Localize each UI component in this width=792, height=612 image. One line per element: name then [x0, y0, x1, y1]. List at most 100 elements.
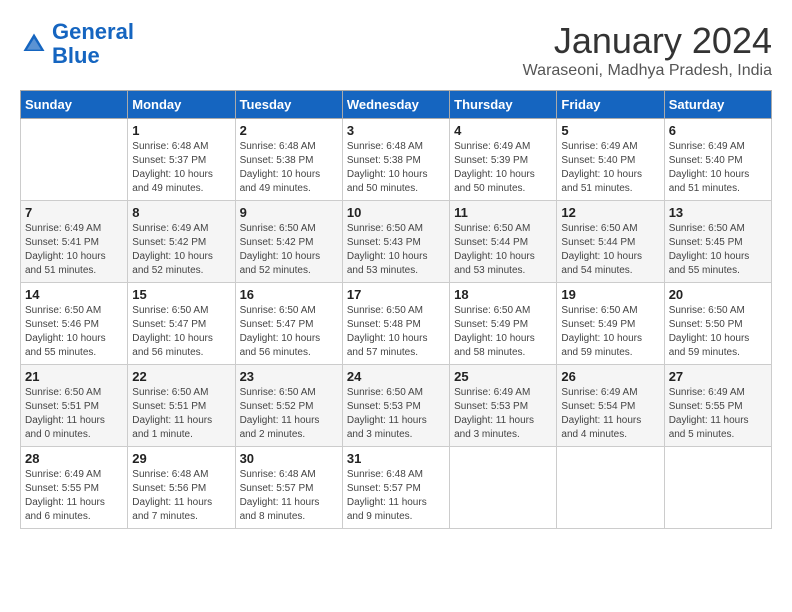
day-info: Sunrise: 6:50 AM Sunset: 5:51 PM Dayligh… [25, 386, 123, 442]
day-info: Sunrise: 6:48 AM Sunset: 5:37 PM Dayligh… [132, 140, 230, 196]
day-info: Sunrise: 6:49 AM Sunset: 5:42 PM Dayligh… [132, 222, 230, 278]
day-info: Sunrise: 6:50 AM Sunset: 5:45 PM Dayligh… [669, 222, 767, 278]
day-info: Sunrise: 6:50 AM Sunset: 5:52 PM Dayligh… [240, 386, 338, 442]
day-number: 6 [669, 123, 767, 138]
title-block: January 2024 Waraseoni, Madhya Pradesh, … [523, 20, 772, 80]
day-number: 27 [669, 369, 767, 384]
calendar-cell: 18 Sunrise: 6:50 AM Sunset: 5:49 PM Dayli… [450, 283, 557, 365]
day-number: 17 [347, 287, 445, 302]
weekday-header: Friday [557, 91, 664, 119]
day-info: Sunrise: 6:49 AM Sunset: 5:55 PM Dayligh… [25, 468, 123, 524]
day-number: 9 [240, 205, 338, 220]
day-info: Sunrise: 6:50 AM Sunset: 5:42 PM Dayligh… [240, 222, 338, 278]
calendar-cell: 30 Sunrise: 6:48 AM Sunset: 5:57 PM Dayli… [235, 447, 342, 529]
calendar-cell: 25Sunrise: 6:49 AM Sunset: 5:53 PM Dayli… [450, 365, 557, 447]
calendar-cell: 17 Sunrise: 6:50 AM Sunset: 5:48 PM Dayli… [342, 283, 449, 365]
calendar-cell [664, 447, 771, 529]
weekday-header: Saturday [664, 91, 771, 119]
calendar-cell: 24Sunrise: 6:50 AM Sunset: 5:53 PM Dayli… [342, 365, 449, 447]
day-number: 11 [454, 205, 552, 220]
weekday-header: Tuesday [235, 91, 342, 119]
calendar-cell: 28 Sunrise: 6:49 AM Sunset: 5:55 PM Dayli… [21, 447, 128, 529]
day-info: Sunrise: 6:49 AM Sunset: 5:54 PM Dayligh… [561, 386, 659, 442]
day-info: Sunrise: 6:50 AM Sunset: 5:44 PM Dayligh… [454, 222, 552, 278]
day-info: Sunrise: 6:50 AM Sunset: 5:44 PM Dayligh… [561, 222, 659, 278]
day-number: 31 [347, 451, 445, 466]
logo-text: General Blue [52, 20, 134, 68]
calendar-cell: 16 Sunrise: 6:50 AM Sunset: 5:47 PM Dayli… [235, 283, 342, 365]
day-number: 22 [132, 369, 230, 384]
calendar-cell: 7 Sunrise: 6:49 AM Sunset: 5:41 PM Daylig… [21, 201, 128, 283]
day-number: 15 [132, 287, 230, 302]
day-number: 18 [454, 287, 552, 302]
logo: General Blue [20, 20, 134, 68]
day-number: 4 [454, 123, 552, 138]
day-number: 23 [240, 369, 338, 384]
calendar-week-row: 1Sunrise: 6:48 AM Sunset: 5:37 PM Daylig… [21, 119, 772, 201]
location: Waraseoni, Madhya Pradesh, India [523, 62, 772, 80]
day-info: Sunrise: 6:49 AM Sunset: 5:39 PM Dayligh… [454, 140, 552, 196]
day-number: 20 [669, 287, 767, 302]
day-info: Sunrise: 6:48 AM Sunset: 5:38 PM Dayligh… [347, 140, 445, 196]
day-info: Sunrise: 6:50 AM Sunset: 5:47 PM Dayligh… [132, 304, 230, 360]
calendar-cell: 20 Sunrise: 6:50 AM Sunset: 5:50 PM Dayli… [664, 283, 771, 365]
day-number: 2 [240, 123, 338, 138]
calendar-cell: 21Sunrise: 6:50 AM Sunset: 5:51 PM Dayli… [21, 365, 128, 447]
day-number: 3 [347, 123, 445, 138]
calendar-cell [21, 119, 128, 201]
weekday-header: Wednesday [342, 91, 449, 119]
calendar-cell: 23 Sunrise: 6:50 AM Sunset: 5:52 PM Dayli… [235, 365, 342, 447]
calendar-cell [557, 447, 664, 529]
calendar-cell [450, 447, 557, 529]
day-number: 8 [132, 205, 230, 220]
calendar-cell: 31Sunrise: 6:48 AM Sunset: 5:57 PM Dayli… [342, 447, 449, 529]
day-info: Sunrise: 6:50 AM Sunset: 5:49 PM Dayligh… [454, 304, 552, 360]
calendar-cell: 22Sunrise: 6:50 AM Sunset: 5:51 PM Dayli… [128, 365, 235, 447]
day-info: Sunrise: 6:49 AM Sunset: 5:41 PM Dayligh… [25, 222, 123, 278]
day-number: 5 [561, 123, 659, 138]
calendar-cell: 3 Sunrise: 6:48 AM Sunset: 5:38 PM Daylig… [342, 119, 449, 201]
day-info: Sunrise: 6:50 AM Sunset: 5:43 PM Dayligh… [347, 222, 445, 278]
day-number: 26 [561, 369, 659, 384]
day-number: 7 [25, 205, 123, 220]
calendar-cell: 4 Sunrise: 6:49 AM Sunset: 5:39 PM Daylig… [450, 119, 557, 201]
day-info: Sunrise: 6:50 AM Sunset: 5:48 PM Dayligh… [347, 304, 445, 360]
day-info: Sunrise: 6:48 AM Sunset: 5:56 PM Dayligh… [132, 468, 230, 524]
calendar-cell: 29 Sunrise: 6:48 AM Sunset: 5:56 PM Dayli… [128, 447, 235, 529]
logo-icon [20, 30, 48, 58]
weekday-header: Sunday [21, 91, 128, 119]
day-number: 29 [132, 451, 230, 466]
day-number: 13 [669, 205, 767, 220]
calendar-cell: 1Sunrise: 6:48 AM Sunset: 5:37 PM Daylig… [128, 119, 235, 201]
calendar-cell: 14Sunrise: 6:50 AM Sunset: 5:46 PM Dayli… [21, 283, 128, 365]
calendar-cell: 13 Sunrise: 6:50 AM Sunset: 5:45 PM Dayli… [664, 201, 771, 283]
day-info: Sunrise: 6:48 AM Sunset: 5:57 PM Dayligh… [240, 468, 338, 524]
calendar-cell: 19 Sunrise: 6:50 AM Sunset: 5:49 PM Dayli… [557, 283, 664, 365]
day-info: Sunrise: 6:50 AM Sunset: 5:47 PM Dayligh… [240, 304, 338, 360]
day-info: Sunrise: 6:50 AM Sunset: 5:50 PM Dayligh… [669, 304, 767, 360]
day-info: Sunrise: 6:50 AM Sunset: 5:46 PM Dayligh… [25, 304, 123, 360]
calendar-table: SundayMondayTuesdayWednesdayThursdayFrid… [20, 90, 772, 529]
calendar-week-row: 21Sunrise: 6:50 AM Sunset: 5:51 PM Dayli… [21, 365, 772, 447]
day-number: 30 [240, 451, 338, 466]
calendar-week-row: 14Sunrise: 6:50 AM Sunset: 5:46 PM Dayli… [21, 283, 772, 365]
day-info: Sunrise: 6:49 AM Sunset: 5:40 PM Dayligh… [669, 140, 767, 196]
calendar-cell: 10Sunrise: 6:50 AM Sunset: 5:43 PM Dayli… [342, 201, 449, 283]
calendar-cell: 26 Sunrise: 6:49 AM Sunset: 5:54 PM Dayli… [557, 365, 664, 447]
calendar-cell: 6 Sunrise: 6:49 AM Sunset: 5:40 PM Daylig… [664, 119, 771, 201]
day-info: Sunrise: 6:50 AM Sunset: 5:49 PM Dayligh… [561, 304, 659, 360]
calendar-cell: 8 Sunrise: 6:49 AM Sunset: 5:42 PM Daylig… [128, 201, 235, 283]
day-number: 25 [454, 369, 552, 384]
page-header: General Blue January 2024 Waraseoni, Mad… [20, 20, 772, 80]
month-title: January 2024 [523, 20, 772, 62]
day-number: 12 [561, 205, 659, 220]
day-number: 28 [25, 451, 123, 466]
day-info: Sunrise: 6:50 AM Sunset: 5:53 PM Dayligh… [347, 386, 445, 442]
day-number: 19 [561, 287, 659, 302]
day-info: Sunrise: 6:48 AM Sunset: 5:38 PM Dayligh… [240, 140, 338, 196]
day-number: 16 [240, 287, 338, 302]
calendar-header-row: SundayMondayTuesdayWednesdayThursdayFrid… [21, 91, 772, 119]
calendar-body: 1Sunrise: 6:48 AM Sunset: 5:37 PM Daylig… [21, 119, 772, 529]
calendar-cell: 2 Sunrise: 6:48 AM Sunset: 5:38 PM Daylig… [235, 119, 342, 201]
weekday-header: Monday [128, 91, 235, 119]
